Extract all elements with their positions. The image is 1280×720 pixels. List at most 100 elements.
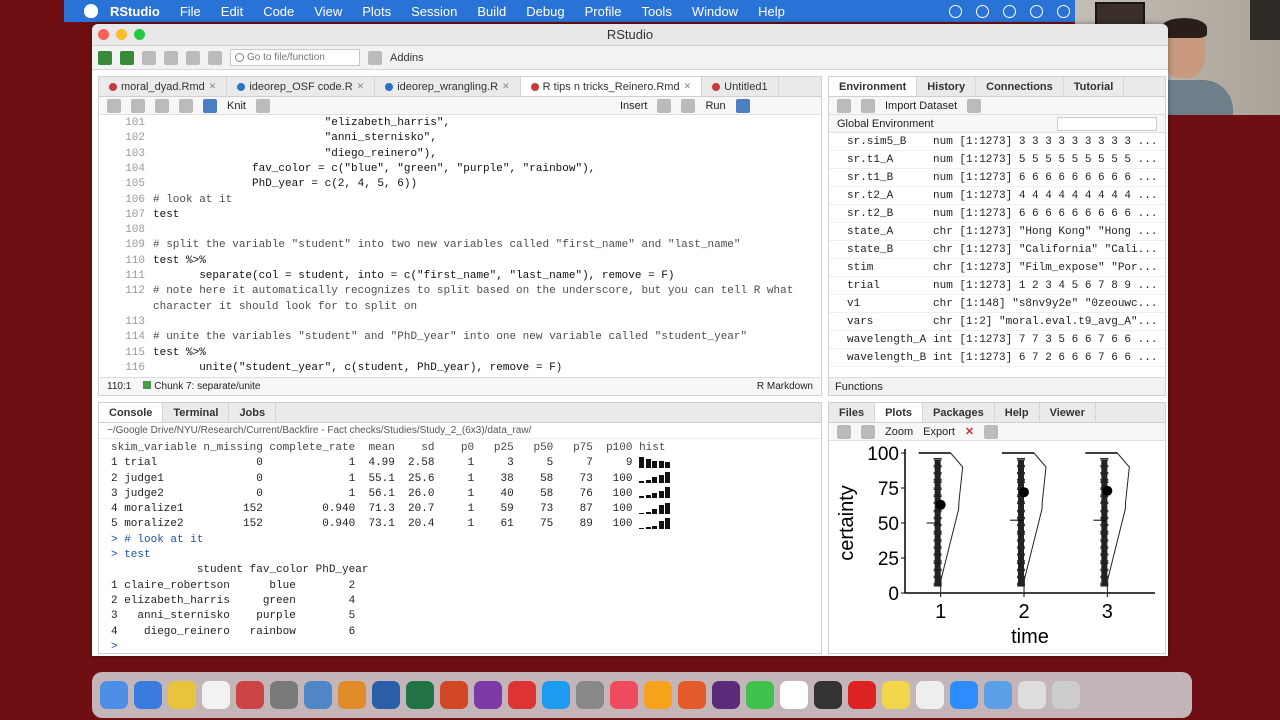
- code-line[interactable]: "diego_reinero"),: [153, 148, 437, 160]
- env-row[interactable]: state_A chr [1:1273] "Hong Kong" "Hong ..…: [829, 223, 1165, 241]
- code-line[interactable]: "elizabeth_harris",: [153, 117, 450, 129]
- downloads-folder-icon[interactable]: [984, 681, 1012, 709]
- env-row[interactable]: wavelength_A int [1:1273] 7 7 3 5 6 6 7 6…: [829, 331, 1165, 349]
- close-tab-icon[interactable]: ✕: [357, 81, 365, 92]
- onenote-icon[interactable]: [474, 681, 502, 709]
- clock-icon[interactable]: [1030, 4, 1043, 18]
- import-dataset-button[interactable]: Import Dataset: [885, 100, 957, 112]
- rstudio-dock-icon[interactable]: [304, 681, 332, 709]
- global-environment-dropdown[interactable]: Global Environment: [837, 118, 934, 130]
- zotero-icon[interactable]: [508, 681, 536, 709]
- tab-plots[interactable]: Plots: [875, 403, 923, 422]
- zoom-button[interactable]: Zoom: [885, 426, 913, 438]
- powerpoint-icon[interactable]: [440, 681, 468, 709]
- menu-help[interactable]: Help: [758, 4, 785, 19]
- tab-connections[interactable]: Connections: [976, 77, 1064, 96]
- new-project-icon[interactable]: [120, 50, 134, 65]
- zoom-window-button[interactable]: [134, 29, 145, 40]
- menu-session[interactable]: Session: [411, 4, 457, 19]
- goto-file-input[interactable]: Go to file/function: [230, 49, 360, 66]
- code-line[interactable]: unite("student_year", c(student, PhD_yea…: [153, 362, 562, 374]
- save-icon[interactable]: [164, 50, 178, 65]
- tab-tutorial[interactable]: Tutorial: [1064, 77, 1125, 96]
- excel-icon[interactable]: [406, 681, 434, 709]
- remove-plot-icon[interactable]: ✕: [965, 425, 974, 438]
- export-button[interactable]: Export: [923, 426, 955, 438]
- menu-debug[interactable]: Debug: [526, 4, 564, 19]
- brave-icon[interactable]: [678, 681, 706, 709]
- back-arrow-icon[interactable]: [107, 98, 121, 113]
- env-row[interactable]: vars chr [1:2] "moral.eval.t9_avg_A"...: [829, 313, 1165, 331]
- env-row[interactable]: trial num [1:1273] 1 2 3 4 5 6 7 8 9 ...: [829, 277, 1165, 295]
- messages-icon[interactable]: [746, 681, 774, 709]
- notes-icon[interactable]: [882, 681, 910, 709]
- wifi-icon[interactable]: [1003, 4, 1016, 18]
- settings-gear-icon[interactable]: [255, 98, 270, 113]
- env-row[interactable]: state_B chr [1:1273] "California" "Cali..…: [829, 241, 1165, 259]
- menu-profile[interactable]: Profile: [585, 4, 622, 19]
- code-line[interactable]: separate(col = student, into = c("first_…: [153, 270, 674, 282]
- save-workspace-icon[interactable]: [861, 98, 875, 113]
- tab-help[interactable]: Help: [995, 403, 1040, 422]
- menu-window[interactable]: Window: [692, 4, 738, 19]
- code-line[interactable]: "anni_sternisko",: [153, 132, 437, 144]
- code-line[interactable]: test %>%: [153, 255, 206, 267]
- run-button[interactable]: Run: [705, 100, 725, 112]
- script-icon[interactable]: [270, 681, 298, 709]
- tab-viewer[interactable]: Viewer: [1040, 403, 1096, 422]
- code-area[interactable]: 101 "elizabeth_harris", 102 "anni_sternis…: [99, 115, 821, 377]
- close-window-button[interactable]: [98, 29, 109, 40]
- spellcheck-icon[interactable]: [155, 98, 169, 113]
- calendar-icon[interactable]: [202, 681, 230, 709]
- search-icon[interactable]: [1057, 4, 1070, 18]
- bluetooth-icon[interactable]: [949, 4, 962, 18]
- apple-icon[interactable]: [84, 4, 98, 18]
- next-plot-icon[interactable]: [861, 424, 875, 439]
- menu-plots[interactable]: Plots: [362, 4, 391, 19]
- tab-jobs[interactable]: Jobs: [229, 403, 277, 422]
- env-row[interactable]: sr.t2_B num [1:1273] 6 6 6 6 6 6 6 6 6 ..…: [829, 205, 1165, 223]
- rerun-icon[interactable]: [735, 98, 750, 113]
- save-all-icon[interactable]: [186, 50, 200, 65]
- tab-files[interactable]: Files: [829, 403, 876, 422]
- new-file-icon[interactable]: [98, 50, 112, 65]
- skype-icon[interactable]: [542, 681, 570, 709]
- code-line[interactable]: # unite the variables "student" and "PhD…: [153, 331, 747, 343]
- insert-chunk-button[interactable]: Insert: [620, 100, 648, 112]
- code-line[interactable]: # split the variable "student" into two …: [153, 239, 741, 251]
- tab-packages[interactable]: Packages: [923, 403, 995, 422]
- prev-plot-icon[interactable]: [837, 424, 851, 439]
- addins-menu[interactable]: Addins: [390, 52, 424, 64]
- activity-monitor-icon[interactable]: [814, 681, 842, 709]
- system-preferences-icon[interactable]: [576, 681, 604, 709]
- env-row[interactable]: wavelength_B int [1:1273] 6 7 2 6 6 6 7 6…: [829, 349, 1165, 367]
- env-row[interactable]: v1 chr [1:148] "s8nv9y2e" "0zeouwc...: [829, 295, 1165, 313]
- chrome-icon[interactable]: [168, 681, 196, 709]
- notion-icon[interactable]: [780, 681, 808, 709]
- close-tab-icon[interactable]: ✕: [502, 81, 510, 92]
- font-book-icon[interactable]: [236, 681, 264, 709]
- menu-edit[interactable]: Edit: [221, 4, 243, 19]
- clear-plots-icon[interactable]: [984, 424, 999, 439]
- acrobat-icon[interactable]: [848, 681, 876, 709]
- finder-icon[interactable]: [100, 681, 128, 709]
- code-line[interactable]: test %>%: [153, 347, 206, 359]
- minimize-window-button[interactable]: [116, 29, 127, 40]
- down-arrow-icon[interactable]: [681, 98, 696, 113]
- menu-code[interactable]: Code: [263, 4, 294, 19]
- workspace-panes-icon[interactable]: [368, 50, 382, 65]
- knit-button[interactable]: Knit: [227, 100, 246, 112]
- code-line[interactable]: fav_color = c("blue", "green", "purple",…: [153, 163, 595, 175]
- env-row[interactable]: sr.t1_B num [1:1273] 6 6 6 6 6 6 6 6 6 ..…: [829, 169, 1165, 187]
- trash-icon[interactable]: [1052, 681, 1080, 709]
- tab-untitled1[interactable]: Untitled1: [702, 77, 779, 96]
- documents-icon[interactable]: [1018, 681, 1046, 709]
- tab-console[interactable]: Console: [99, 403, 164, 422]
- code-line[interactable]: PhD_year = c(2, 4, 5, 6)): [153, 178, 417, 190]
- print-icon[interactable]: [208, 50, 222, 65]
- env-row[interactable]: sr.t2_A num [1:1273] 4 4 4 4 4 4 4 4 4 ..…: [829, 187, 1165, 205]
- broom-icon[interactable]: [967, 98, 982, 113]
- menu-build[interactable]: Build: [477, 4, 506, 19]
- textedit-icon[interactable]: [916, 681, 944, 709]
- battery-icon[interactable]: [976, 4, 989, 18]
